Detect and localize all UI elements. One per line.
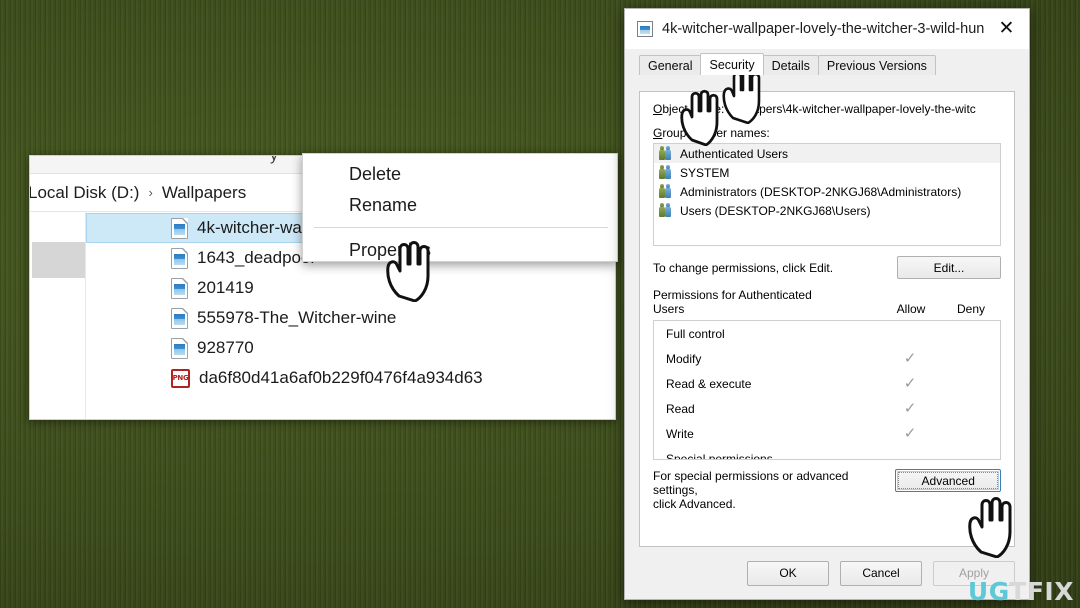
breadcrumb-folder[interactable]: Wallpapers bbox=[162, 183, 246, 203]
context-menu-item-properties[interactable]: Properties bbox=[303, 232, 617, 261]
close-icon[interactable]: ✕ bbox=[984, 9, 1029, 49]
png-file-icon: PNG bbox=[171, 368, 190, 388]
context-menu-item-properties-label: Properties bbox=[349, 239, 432, 260]
object-name-row: Object name: \allpapers\4k-witcher-wallp… bbox=[653, 102, 1001, 116]
advanced-hint-line1: For special permissions or advanced sett… bbox=[653, 469, 849, 497]
tab-previous-versions[interactable]: Previous Versions bbox=[817, 55, 936, 75]
permission-row[interactable]: Read ✓ bbox=[654, 396, 1000, 421]
object-name-value: \allpapers\4k-witcher-wallpaper-lovely-t… bbox=[730, 102, 976, 116]
group-list-item[interactable]: SYSTEM bbox=[654, 163, 1000, 182]
tab-security[interactable]: Security bbox=[700, 53, 764, 75]
file-list-item[interactable]: 928770 bbox=[86, 333, 615, 363]
image-file-icon bbox=[637, 20, 653, 37]
users-group-icon bbox=[659, 146, 674, 160]
group-name: SYSTEM bbox=[680, 165, 730, 180]
permissions-list[interactable]: Full control Modify ✓ Read & execute ✓ Read ✓ W… bbox=[653, 320, 1001, 460]
explorer-navigation-pane[interactable] bbox=[30, 212, 86, 419]
context-menu-item-delete-label: Delete bbox=[349, 164, 402, 184]
file-name: 928770 bbox=[197, 338, 254, 357]
explorer-clipped-text: y bbox=[270, 156, 278, 165]
file-list-item[interactable]: 555978-The_Witcher-wine bbox=[86, 303, 615, 333]
context-menu[interactable]: Delete Rename Properties bbox=[302, 153, 618, 262]
dialog-title: 4k-witcher-wallpaper-lovely-the-witcher-… bbox=[662, 20, 984, 37]
dialog-tabs[interactable]: General Security Details Previous Versions bbox=[639, 53, 1029, 75]
file-name: 1643_deadpool bbox=[197, 248, 315, 267]
users-group-icon bbox=[659, 184, 674, 198]
tab-details[interactable]: Details bbox=[762, 55, 819, 75]
watermark-part1: UG bbox=[967, 577, 1010, 606]
permission-name: Read & execute bbox=[666, 376, 752, 391]
permission-allow-checkmark-icon[interactable]: ✓ bbox=[880, 351, 940, 366]
object-name-label: Object name: bbox=[653, 102, 725, 116]
edit-permissions-row: To change permissions, click Edit. Edit.… bbox=[653, 256, 1001, 279]
advanced-button[interactable]: Advanced bbox=[895, 469, 1001, 492]
users-group-icon bbox=[659, 203, 674, 217]
group-name: Authenticated Users bbox=[680, 146, 789, 161]
permission-name: Read bbox=[666, 401, 695, 416]
permission-row[interactable]: Full control bbox=[654, 321, 1000, 346]
file-list-item[interactable]: PNG da6f80d41a6af0b229f0476f4a934d63 bbox=[86, 363, 615, 393]
group-or-user-names-list[interactable]: Authenticated Users SYSTEM Administrators … bbox=[653, 143, 1001, 246]
group-name: Administrators (DESKTOP-2NKGJ68\Administ… bbox=[680, 184, 962, 199]
context-menu-item-rename[interactable]: Rename bbox=[303, 187, 617, 223]
permission-row[interactable]: Special permissions bbox=[654, 446, 1000, 460]
file-name: 201419 bbox=[197, 278, 254, 297]
dialog-title-bar: 4k-witcher-wallpaper-lovely-the-witcher-… bbox=[625, 9, 1029, 49]
context-menu-item-delete[interactable]: Delete bbox=[303, 154, 617, 187]
permission-row[interactable]: Read & execute ✓ bbox=[654, 371, 1000, 396]
permissions-header: Permissions for Authenticated Users Allo… bbox=[653, 288, 1001, 316]
image-file-icon bbox=[171, 307, 188, 329]
permission-allow-checkmark-icon[interactable]: ✓ bbox=[880, 376, 940, 391]
permissions-label-line2: Users bbox=[653, 302, 685, 316]
advanced-row: For special permissions or advanced sett… bbox=[653, 469, 1001, 511]
permission-name: Write bbox=[666, 426, 694, 441]
chevron-right-icon: › bbox=[148, 185, 153, 200]
watermark: UGTFIX bbox=[968, 577, 1074, 606]
group-or-user-names-label: Group or user names: bbox=[653, 126, 770, 140]
permission-name: Modify bbox=[666, 351, 702, 366]
group-list-item[interactable]: Administrators (DESKTOP-2NKGJ68\Administ… bbox=[654, 182, 1000, 201]
advanced-hint-line2: click Advanced. bbox=[653, 497, 736, 511]
deny-column-header: Deny bbox=[956, 302, 985, 316]
context-menu-separator bbox=[314, 227, 608, 228]
ok-button[interactable]: OK bbox=[747, 560, 829, 586]
image-file-icon bbox=[171, 217, 188, 239]
tab-general[interactable]: General bbox=[639, 55, 702, 75]
context-menu-item-rename-label: Rename bbox=[349, 194, 418, 215]
group-list-item[interactable]: Users (DESKTOP-2NKGJ68\Users) bbox=[654, 201, 1000, 220]
permission-allow-checkmark-icon[interactable]: ✓ bbox=[880, 401, 940, 416]
security-tab-page: Object name: \allpapers\4k-witcher-wallp… bbox=[639, 91, 1015, 547]
group-name: Users (DESKTOP-2NKGJ68\Users) bbox=[680, 203, 871, 218]
file-name: 555978-The_Witcher-wine bbox=[197, 308, 397, 327]
permission-name: Full control bbox=[666, 326, 725, 341]
image-file-icon bbox=[171, 337, 188, 359]
file-list-item[interactable]: 201419 bbox=[86, 273, 615, 303]
edit-button[interactable]: Edit... bbox=[897, 256, 1001, 279]
permissions-label-line1: Permissions for Authenticated bbox=[653, 288, 812, 302]
file-name: da6f80d41a6af0b229f0476f4a934d63 bbox=[199, 368, 483, 387]
allow-column-header: Allow bbox=[896, 302, 926, 316]
breadcrumb-drive[interactable]: Local Disk (D:) bbox=[30, 183, 139, 203]
cancel-button[interactable]: Cancel bbox=[840, 560, 922, 586]
image-file-icon bbox=[171, 247, 188, 269]
permission-name: Special permissions bbox=[666, 451, 773, 460]
image-file-icon bbox=[171, 277, 188, 299]
edit-hint-text: To change permissions, click Edit. bbox=[653, 260, 834, 275]
watermark-part2: TFIX bbox=[1009, 577, 1074, 606]
breadcrumb[interactable]: Local Disk (D:) › Wallpapers bbox=[30, 183, 246, 203]
properties-dialog: 4k-witcher-wallpaper-lovely-the-witcher-… bbox=[624, 8, 1030, 600]
group-list-item[interactable]: Authenticated Users bbox=[654, 144, 1000, 163]
users-group-icon bbox=[659, 165, 674, 179]
permission-allow-checkmark-icon[interactable]: ✓ bbox=[880, 426, 940, 441]
permission-row[interactable]: Write ✓ bbox=[654, 421, 1000, 446]
navigation-pane-placeholder bbox=[32, 242, 85, 278]
permission-row[interactable]: Modify ✓ bbox=[654, 346, 1000, 371]
